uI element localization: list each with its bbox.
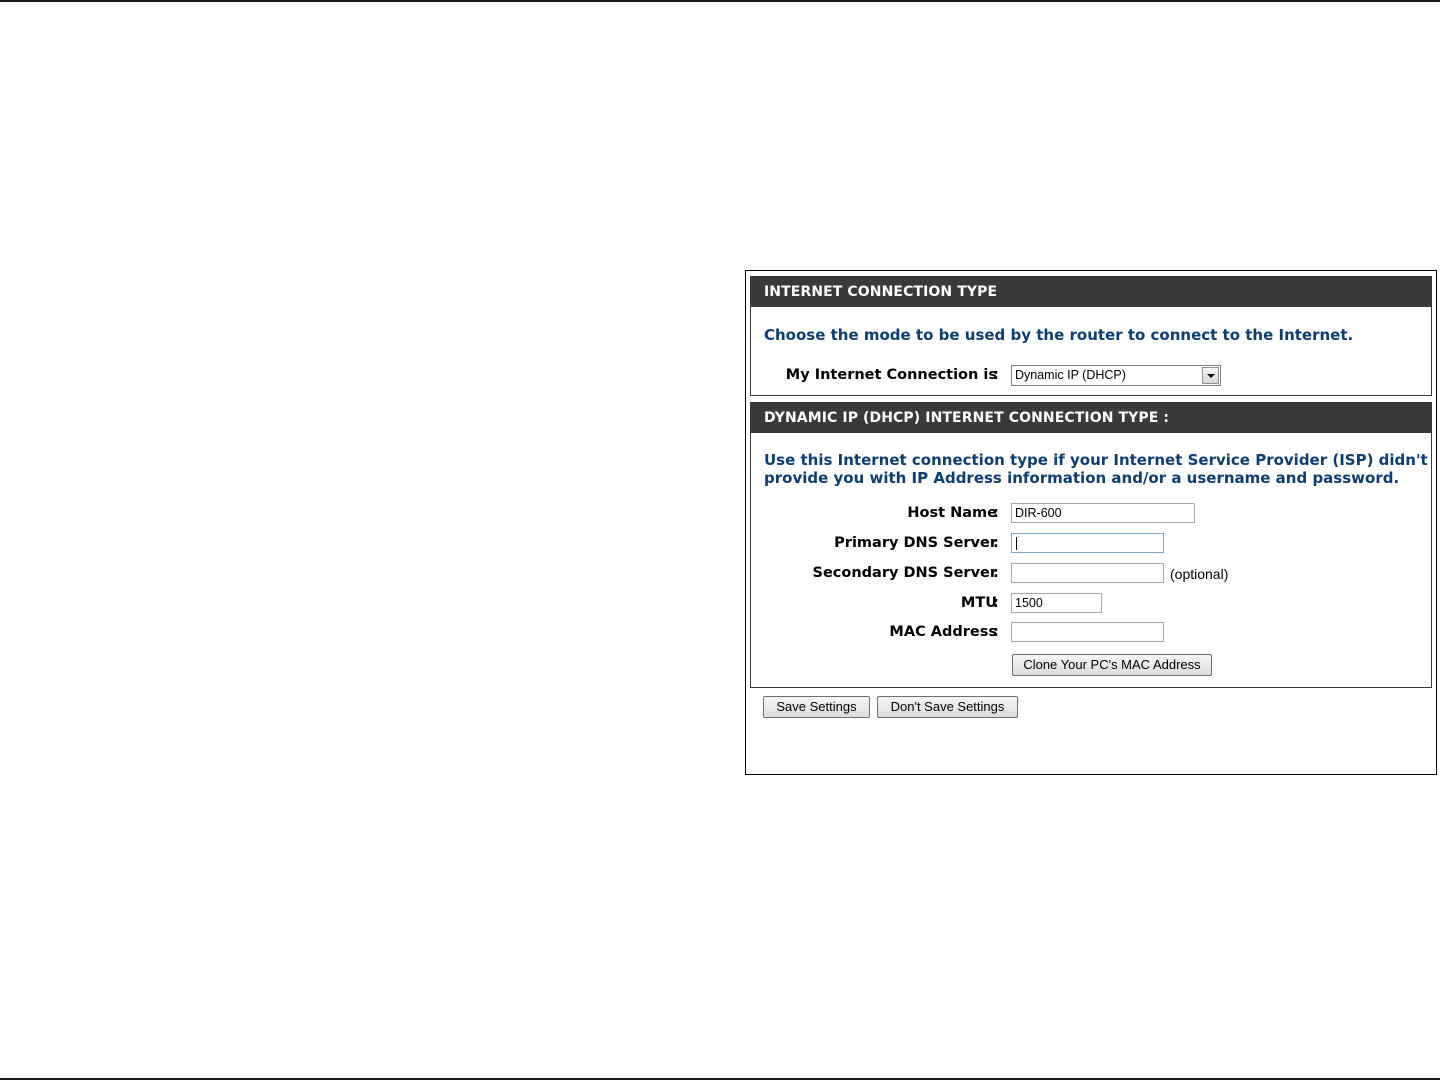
save-settings-button[interactable]: Save Settings: [763, 696, 870, 718]
dhcp-description-line2: provide you with IP Address information …: [764, 469, 1400, 487]
mac-address-input[interactable]: [1011, 622, 1164, 642]
mtu-label: MTU: [960, 595, 997, 611]
top-divider: [0, 0, 1440, 2]
colon: :: [993, 505, 999, 521]
connection-mode-row: My Internet Connection is : Dynamic IP (…: [751, 363, 1431, 389]
primary-dns-row: Primary DNS Server :: [751, 531, 1431, 557]
connection-mode-label: My Internet Connection is: [785, 367, 997, 383]
mac-address-row: MAC Address :: [751, 620, 1431, 646]
router-settings-panel: INTERNET CONNECTION TYPE Choose the mode…: [745, 270, 1437, 775]
primary-dns-input[interactable]: [1011, 533, 1164, 553]
secondary-dns-input[interactable]: [1011, 563, 1164, 583]
connection-type-section: INTERNET CONNECTION TYPE Choose the mode…: [750, 276, 1432, 396]
dhcp-header: DYNAMIC IP (DHCP) INTERNET CONNECTION TY…: [751, 403, 1431, 433]
connection-mode-select[interactable]: Dynamic IP (DHCP): [1011, 365, 1221, 386]
text-caret: [1016, 537, 1017, 551]
secondary-dns-label: Secondary DNS Server: [812, 565, 998, 581]
dont-save-settings-button[interactable]: Don't Save Settings: [877, 696, 1018, 718]
secondary-dns-row: Secondary DNS Server : (optional): [751, 561, 1431, 587]
host-name-row: Host Name : DIR-600: [751, 501, 1431, 527]
connection-mode-value: Dynamic IP (DHCP): [1015, 368, 1126, 382]
connection-type-header: INTERNET CONNECTION TYPE: [751, 277, 1431, 307]
bottom-divider: [0, 1078, 1440, 1080]
host-name-input[interactable]: DIR-600: [1011, 503, 1195, 523]
optional-hint: (optional): [1170, 566, 1229, 582]
mtu-input[interactable]: 1500: [1011, 593, 1102, 613]
host-name-label: Host Name: [907, 505, 997, 521]
colon: :: [993, 595, 999, 611]
clone-mac-button[interactable]: Clone Your PC's MAC Address: [1012, 654, 1212, 676]
colon: :: [993, 535, 999, 551]
dhcp-section: DYNAMIC IP (DHCP) INTERNET CONNECTION TY…: [750, 402, 1432, 688]
chevron-down-icon[interactable]: [1202, 367, 1219, 384]
colon: :: [993, 624, 999, 640]
colon: :: [993, 565, 999, 581]
mac-address-label: MAC Address: [889, 624, 997, 640]
colon: :: [993, 367, 999, 383]
mtu-row: MTU : 1500: [751, 591, 1431, 617]
connection-type-description: Choose the mode to be used by the router…: [764, 326, 1354, 344]
dhcp-description-line1: Use this Internet connection type if you…: [764, 451, 1428, 469]
primary-dns-label: Primary DNS Server: [834, 535, 997, 551]
